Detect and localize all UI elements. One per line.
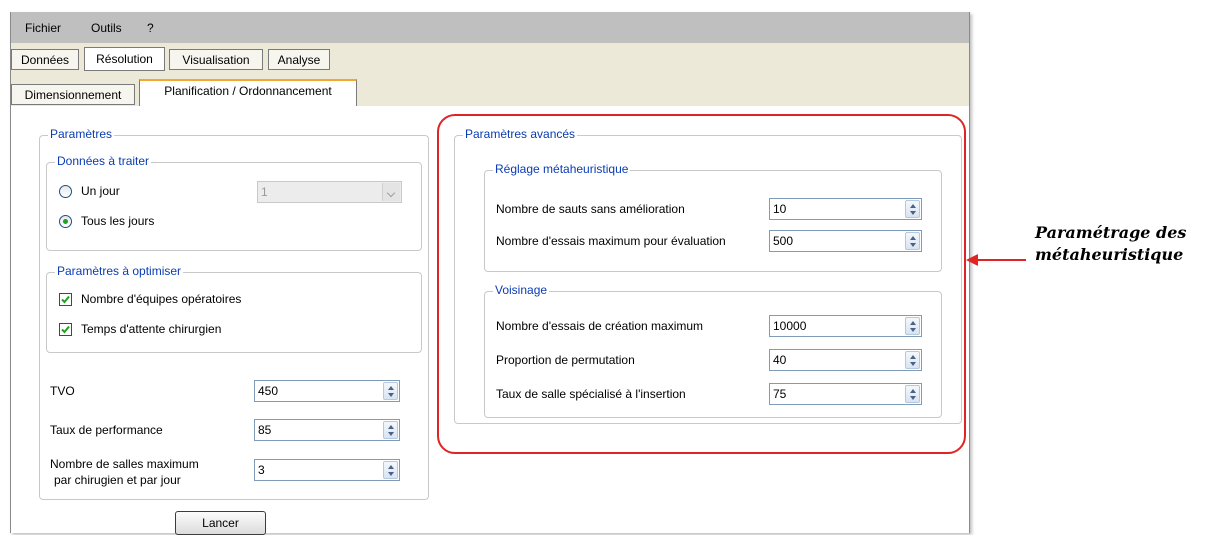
radio-tous-les-jours[interactable] [59,215,72,228]
annotation-line1: Paramétrage des [1035,223,1187,242]
checkbox-equipes[interactable] [59,293,72,306]
tab-planification[interactable]: Planification / Ordonnancement [139,79,357,106]
day-combo[interactable]: 1 [257,181,402,203]
tous-les-jours-label: Tous les jours [81,214,155,228]
radio-un-jour[interactable] [59,185,72,198]
chevron-down-icon[interactable] [382,183,400,201]
spinner-arrows-icon[interactable] [383,382,398,400]
tab-visualisation[interactable]: Visualisation [169,49,263,70]
spinner-arrows-icon[interactable] [383,461,398,479]
taux-value: 85 [258,423,272,437]
menu-help[interactable]: ? [147,21,154,35]
parametres-group: Paramètres Données à traiter Un jour 1 T… [39,127,429,500]
salles-label-line1: Nombre de salles maximum [50,457,199,471]
menu-fichier[interactable]: Fichier [25,21,61,35]
taux-label: Taux de performance [50,423,163,437]
salles-stepper[interactable]: 3 [254,459,400,481]
donnees-group: Données à traiter Un jour 1 Tous les jou… [46,154,422,251]
attente-label: Temps d'attente chirurgien [81,322,222,336]
optimiser-legend: Paramètres à optimiser [55,264,184,278]
annotation-text: Paramétrage des métaheuristique [1035,222,1186,266]
parametres-legend: Paramètres [48,127,115,141]
salles-label-line2: par chirugien et par jour [54,473,181,487]
radio-selected-dot [63,219,68,224]
salles-value: 3 [258,463,265,477]
lancer-button[interactable]: Lancer [175,511,266,535]
tab-resolution[interactable]: Résolution [84,47,165,71]
menu-bar: Fichier Outils ? [11,12,969,43]
spinner-arrows-icon[interactable] [383,421,398,439]
tab-dimensionnement[interactable]: Dimensionnement [11,84,135,105]
tvo-label: TVO [50,384,75,398]
tvo-stepper[interactable]: 450 [254,380,400,402]
highlight-frame [437,114,966,454]
arrow-left-icon [966,254,1026,266]
taux-stepper[interactable]: 85 [254,419,400,441]
annotation-line2: métaheuristique [1035,245,1184,264]
un-jour-label: Un jour [81,184,120,198]
equipes-label: Nombre d'équipes opératoires [81,292,242,306]
tab-donnees[interactable]: Données [11,49,79,70]
tab-analyse[interactable]: Analyse [268,49,330,70]
main-tab-bar: Données Résolution Visualisation Analyse [11,43,969,76]
checkbox-attente[interactable] [59,323,72,336]
optimiser-group: Paramètres à optimiser Nombre d'équipes … [46,264,422,353]
day-combo-value: 1 [261,185,268,199]
menu-outils[interactable]: Outils [91,21,122,35]
sub-tab-bar: Dimensionnement Planification / Ordonnan… [11,76,969,107]
donnees-legend: Données à traiter [55,154,152,168]
tvo-value: 450 [258,384,279,398]
